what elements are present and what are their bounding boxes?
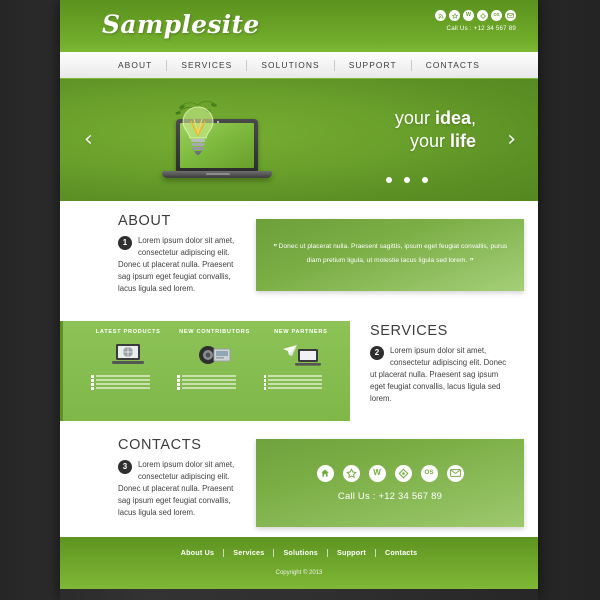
camera-photo-icon — [171, 341, 257, 371]
wordpress-icon[interactable]: W — [463, 10, 474, 21]
wordpress-icon[interactable]: W — [368, 464, 386, 482]
contacts-body: 3 Lorem ipsum dolor sit amet, consectetu… — [118, 459, 248, 519]
latest-products-list — [85, 375, 171, 390]
list-item — [91, 375, 171, 378]
list-item — [177, 383, 257, 386]
site-logo[interactable]: Samplesite — [102, 10, 260, 39]
products-column-latest: LATEST PRODUCTS — [85, 329, 171, 415]
contacts-panel: W OS Call Us : +12 34 567 89 — [256, 439, 524, 527]
new-contributors-list — [171, 375, 257, 390]
hero-line1-light: your — [394, 108, 435, 128]
list-item — [177, 387, 257, 390]
products-column-partners: NEW PARTNERS — [258, 329, 344, 415]
list-item — [91, 387, 171, 390]
site-footer: About Us Services Solutions Support Cont… — [60, 537, 538, 589]
header-phone: Call Us : +12 34 567 89 — [446, 25, 516, 32]
footer-link-solutions[interactable]: Solutions — [274, 548, 327, 557]
slider-dot-3[interactable] — [422, 177, 428, 183]
trackpad — [206, 173, 230, 175]
slider-dot-1[interactable] — [386, 177, 392, 183]
products-column-contributors: NEW CONTRIBUTORS — [171, 329, 257, 415]
nav-item-services[interactable]: SERVICES — [167, 60, 246, 70]
new-contributors-title: NEW CONTRIBUTORS — [179, 329, 250, 335]
header-contact-block: W OS Call Us : +12 34 567 89 — [435, 10, 516, 32]
hero-slider: ‹ › your idea, your life — [60, 79, 538, 201]
hero-line2-light: your — [409, 130, 450, 151]
lightbulb-icon — [175, 100, 217, 155]
laptop-globe-icon — [85, 341, 171, 371]
list-item — [263, 383, 344, 386]
about-quote-box: ” Donec ut placerat nulla. Praesent sagi… — [256, 219, 524, 291]
contacts-social-icons: W OS — [316, 464, 464, 482]
footer-link-support[interactable]: Support — [328, 548, 375, 557]
contacts-step-badge: 3 — [118, 460, 132, 474]
nav-item-about[interactable]: ABOUT — [104, 60, 166, 70]
about-quote: ” Donec ut placerat nulla. Praesent sagi… — [256, 241, 524, 268]
list-item — [177, 375, 257, 378]
nav-item-solutions[interactable]: SOLUTIONS — [247, 60, 333, 70]
list-item — [91, 379, 171, 382]
new-partners-title: NEW PARTNERS — [274, 329, 328, 335]
services-body: 2 Lorem ipsum dolor sit amet, consectetu… — [370, 345, 510, 405]
home-icon[interactable] — [316, 464, 334, 482]
os-icon[interactable]: OS — [420, 464, 438, 482]
laptop-base — [162, 171, 272, 178]
about-text-column: ABOUT 1 Lorem ipsum dolor sit amet, cons… — [118, 213, 248, 295]
list-item — [263, 387, 344, 390]
nav-item-support[interactable]: SUPPORT — [335, 60, 411, 70]
footer-navigation: About Us Services Solutions Support Cont… — [60, 548, 538, 557]
rss-icon[interactable] — [435, 10, 446, 21]
os-icon[interactable]: OS — [491, 10, 502, 21]
products-panel: LATEST PRODUCTS NEW CONTRIBUTORS NEW PAR… — [60, 321, 350, 421]
paperplane-laptop-icon — [258, 341, 344, 371]
contacts-phone: Call Us : +12 34 567 89 — [337, 490, 443, 502]
slider-dot-2[interactable] — [404, 177, 410, 183]
hero-line2-bold: life — [449, 130, 476, 151]
about-paragraph: Lorem ipsum dolor sit amet, consectetur … — [118, 236, 235, 294]
footer-link-contacts[interactable]: Contacts — [376, 548, 426, 557]
services-step-badge: 2 — [370, 346, 384, 360]
about-title: ABOUT — [118, 213, 171, 229]
main-navigation: ABOUT SERVICES SOLUTIONS SUPPORT CONTACT… — [60, 52, 538, 79]
contacts-section: CONTACTS 3 Lorem ipsum dolor sit amet, c… — [60, 427, 538, 537]
laptop-lightbulb-illustration — [148, 87, 278, 197]
share-icon[interactable] — [477, 10, 488, 21]
contacts-text-column: CONTACTS 3 Lorem ipsum dolor sit amet, c… — [118, 437, 248, 519]
website-page: Samplesite W OS Call Us : +12 34 567 89 — [60, 0, 538, 600]
about-step-badge: 1 — [118, 236, 132, 250]
slider-next-arrow[interactable]: › — [507, 129, 516, 151]
slider-prev-arrow[interactable]: ‹ — [84, 129, 93, 151]
footer-link-about-us[interactable]: About Us — [172, 548, 224, 557]
list-item — [91, 383, 171, 386]
contacts-paragraph: Lorem ipsum dolor sit amet, consectetur … — [118, 460, 235, 518]
mail-icon[interactable] — [446, 464, 464, 482]
copyright-text: Copyright © 2013 — [275, 570, 323, 576]
nav-item-contacts[interactable]: CONTACTS — [412, 60, 494, 70]
list-item — [263, 375, 344, 378]
hero-line1-tail: , — [470, 108, 476, 128]
share-icon[interactable] — [394, 464, 412, 482]
hero-line1-bold: idea — [434, 108, 471, 128]
services-text-column: SERVICES 2 Lorem ipsum dolor sit amet, c… — [370, 323, 510, 405]
list-item — [263, 379, 344, 382]
about-section: ABOUT 1 Lorem ipsum dolor sit amet, cons… — [60, 201, 538, 313]
list-item — [177, 379, 257, 382]
site-header: Samplesite W OS Call Us : +12 34 567 89 — [60, 0, 538, 52]
new-partners-list — [258, 375, 344, 390]
slider-pagination-dots — [386, 177, 428, 183]
footer-link-services[interactable]: Services — [224, 548, 273, 557]
services-title: SERVICES — [370, 323, 448, 339]
contacts-title: CONTACTS — [118, 437, 202, 453]
latest-products-title: LATEST PRODUCTS — [95, 329, 161, 335]
star-icon[interactable] — [342, 464, 360, 482]
star-icon[interactable] — [449, 10, 460, 21]
quote-mark-close: ” — [469, 257, 474, 266]
services-section: LATEST PRODUCTS NEW CONTRIBUTORS NEW PAR… — [60, 313, 538, 427]
header-social-icons: W OS — [435, 10, 516, 21]
quote-mark-open: ” — [272, 243, 277, 253]
hero-headline: your idea, your life — [395, 107, 476, 152]
about-body: 1 Lorem ipsum dolor sit amet, consectetu… — [118, 235, 248, 295]
mail-icon[interactable] — [505, 10, 516, 21]
services-paragraph: Lorem ipsum dolor sit amet, consectetur … — [370, 346, 507, 404]
